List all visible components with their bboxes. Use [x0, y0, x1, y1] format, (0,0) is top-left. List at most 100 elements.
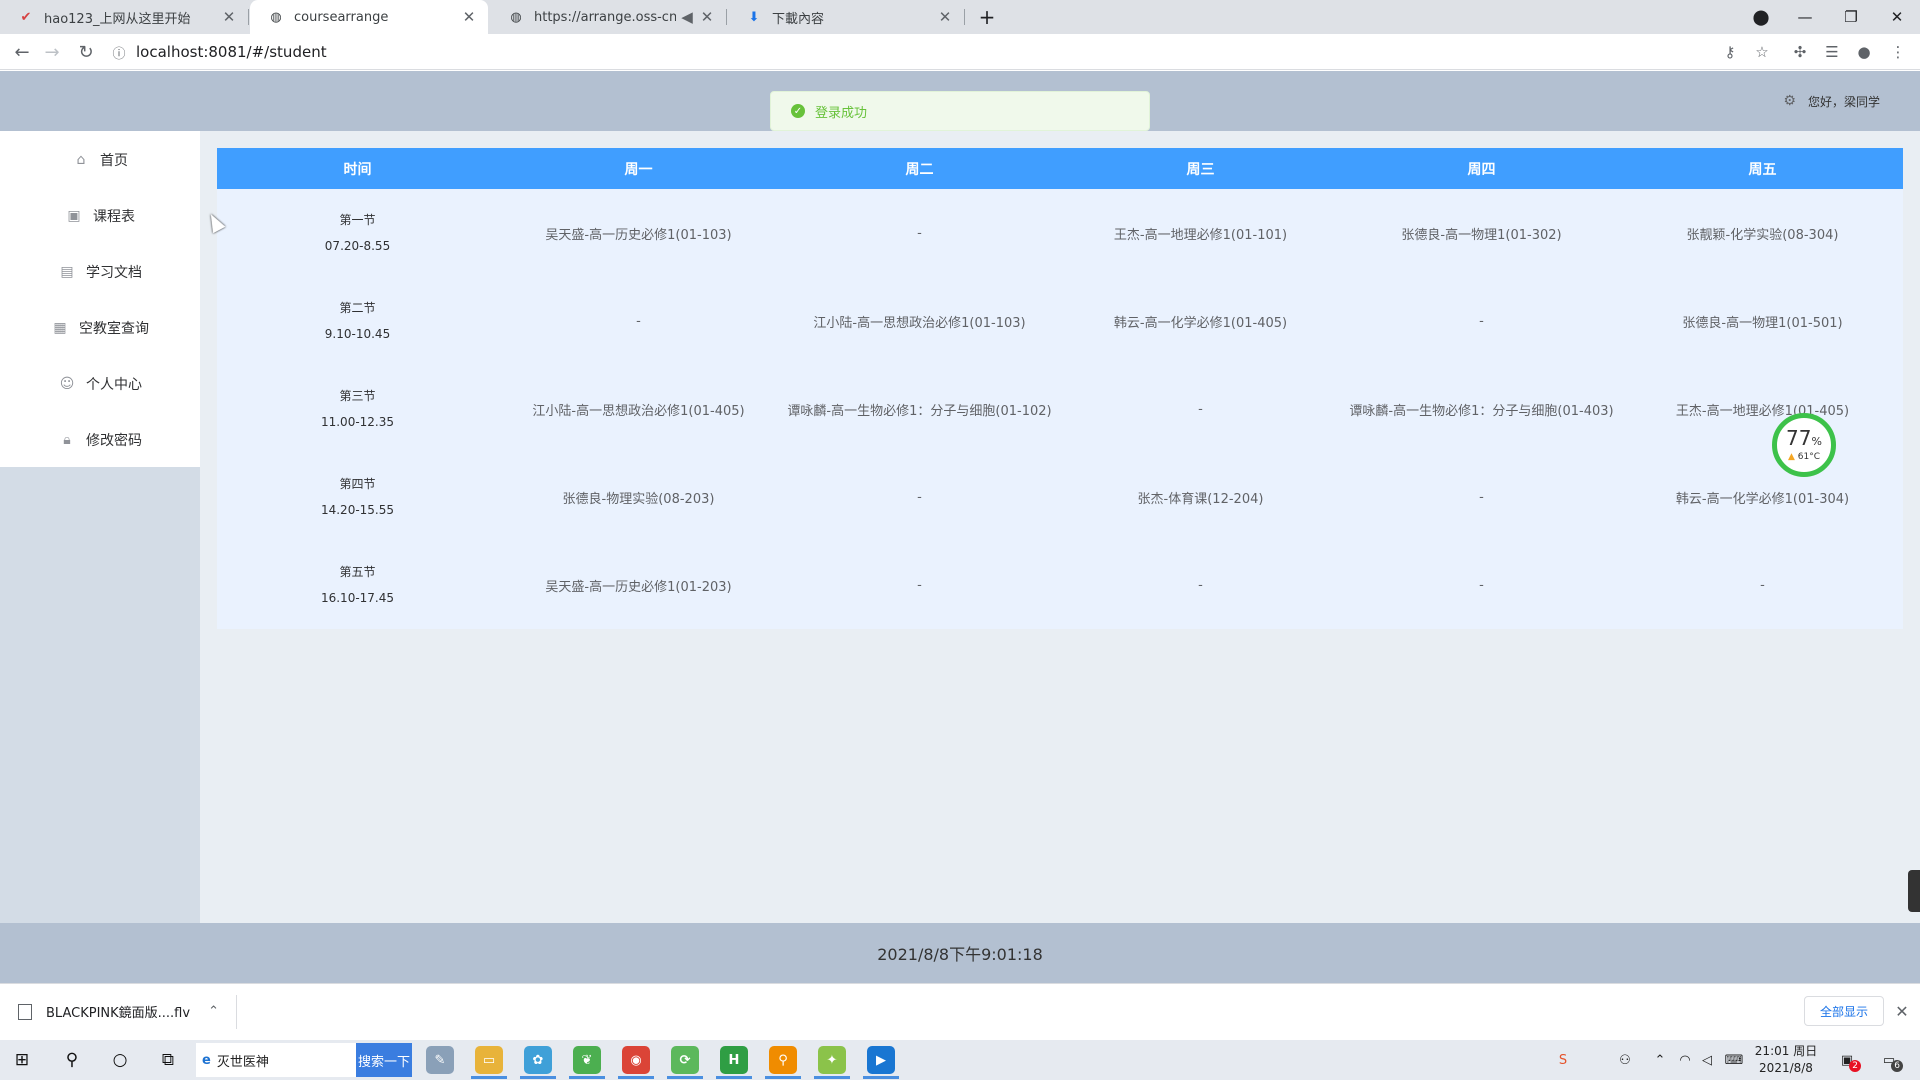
course-cell[interactable]: -	[779, 453, 1060, 541]
minimize-button[interactable]: —	[1782, 0, 1828, 34]
settings-icon[interactable]: ⚙	[1783, 93, 1796, 109]
course-cell[interactable]: -	[1341, 541, 1622, 629]
sidebar-item-profile[interactable]: ☺ 个人中心	[0, 356, 200, 412]
tab-title: 下載內容	[772, 11, 825, 27]
period-cell: 第一节 07.20-8.55	[217, 189, 498, 277]
course-cell[interactable]: -	[1622, 541, 1903, 629]
reading-list-icon[interactable]: ☰	[1818, 38, 1846, 66]
course-cell[interactable]: 王杰-高一地理必修1(01-405)	[1622, 365, 1903, 453]
course-cell[interactable]: 吴天盛-高一历史必修1(01-203)	[498, 541, 779, 629]
window-close-button[interactable]: ✕	[1874, 0, 1920, 34]
taskbar-search-button[interactable]: 搜索一下	[356, 1043, 412, 1077]
search-icon[interactable]: ⚲	[50, 1040, 94, 1080]
tab-title: coursearrange	[294, 9, 389, 25]
course-cell[interactable]: 谭咏麟-高一生物必修1：分子与细胞(01-102)	[779, 365, 1060, 453]
back-button[interactable]: ←	[8, 38, 36, 66]
taskbar-clock[interactable]: 21:01 周日 2021/8/8	[1752, 1040, 1820, 1080]
close-icon[interactable]: ✕	[698, 8, 716, 26]
course-cell[interactable]: 张德良-高一物理1(01-302)	[1341, 189, 1622, 277]
tab-search-icon[interactable]: ⬤	[1738, 0, 1784, 34]
tab-coursearrange[interactable]: ◍ coursearrange ✕	[250, 0, 488, 34]
course-cell[interactable]: -	[779, 189, 1060, 277]
course-cell[interactable]: 韩云-高一化学必修1(01-304)	[1622, 453, 1903, 541]
sidebar-item-empty-classroom[interactable]: ▦ 空教室查询	[0, 300, 200, 356]
app-icon-network[interactable]: ✿	[524, 1046, 552, 1074]
course-cell[interactable]: 吴天盛-高一历史必修1(01-103)	[498, 189, 779, 277]
sidebar-item-documents[interactable]: ▤ 学习文档	[0, 244, 200, 300]
course-cell[interactable]: 江小陆-高一思想政治必修1(01-405)	[498, 365, 779, 453]
course-cell[interactable]: -	[779, 541, 1060, 629]
file-icon	[18, 1003, 32, 1020]
close-icon[interactable]: ✕	[460, 8, 478, 26]
url-text[interactable]: localhost:8081/#/student	[136, 43, 327, 61]
new-tab-button[interactable]: +	[964, 0, 1010, 34]
notification-app-icon[interactable]: ▣ 2	[1836, 1040, 1866, 1080]
action-center-icon[interactable]: ▭ 6	[1876, 1040, 1910, 1080]
hbuilder-icon[interactable]: H	[720, 1046, 748, 1074]
extensions-icon[interactable]: ✣	[1786, 38, 1814, 66]
star-icon[interactable]: ☆	[1748, 38, 1776, 66]
course-cell[interactable]: 韩云-高一化学必修1(01-405)	[1060, 277, 1341, 365]
course-cell[interactable]: 谭咏麟-高一生物必修1：分子与细胞(01-403)	[1341, 365, 1622, 453]
app-icon-leaf[interactable]: ❦	[573, 1046, 601, 1074]
course-cell[interactable]: -	[1060, 365, 1341, 453]
search-app-icon[interactable]: ⚲	[769, 1046, 797, 1074]
sidebar-item-schedule[interactable]: ▣ 课程表	[0, 188, 200, 244]
file-explorer-icon[interactable]: ▭	[475, 1046, 503, 1074]
close-icon[interactable]: ✕	[936, 8, 954, 26]
sidebar-item-home[interactable]: ⌂ 首页	[0, 132, 200, 188]
course-cell[interactable]: 张德良-物理实验(08-203)	[498, 453, 779, 541]
download-item[interactable]: BLACKPINK鏡面版....flv ⌃	[18, 983, 219, 1040]
running-indicator	[863, 1076, 899, 1079]
more-menu-icon[interactable]: ⋮	[1884, 38, 1912, 66]
volume-icon[interactable]: ◁	[1696, 1040, 1718, 1080]
course-cell[interactable]: -	[1341, 277, 1622, 365]
app-icon-green[interactable]: ⟳	[671, 1046, 699, 1074]
address-bar[interactable]: ⓘ localhost:8081/#/student	[108, 38, 1768, 66]
app-icon-notepad[interactable]: ✎	[426, 1046, 454, 1074]
edge-handle[interactable]	[1908, 870, 1920, 912]
course-cell[interactable]: 王杰-高一地理必修1(01-101)	[1060, 189, 1341, 277]
cortana-icon[interactable]: ○	[98, 1040, 142, 1080]
course-cell[interactable]: -	[1060, 541, 1341, 629]
tab-downloads[interactable]: ⬇ 下載內容 ✕	[728, 0, 964, 34]
system-monitor-gauge[interactable]: 77% ▲ 61°C	[1772, 413, 1836, 477]
close-icon[interactable]: ✕	[220, 8, 238, 26]
key-icon[interactable]: ⚷	[1716, 38, 1744, 66]
app-icon-lime[interactable]: ✦	[818, 1046, 846, 1074]
show-all-button[interactable]: 全部显示	[1804, 996, 1884, 1026]
close-icon[interactable]: ✕	[1892, 996, 1912, 1026]
success-toast: ✓ 登录成功	[770, 91, 1150, 131]
course-cell[interactable]: -	[498, 277, 779, 365]
ime-icon[interactable]: S	[1550, 1040, 1576, 1080]
task-view-icon[interactable]: ⧉	[146, 1040, 190, 1080]
info-icon[interactable]: ⓘ	[108, 43, 130, 62]
restore-button[interactable]: ❐	[1828, 0, 1874, 34]
taskbar-search-box[interactable]: e 灭世医神 搜索一下	[196, 1043, 412, 1077]
column-header: 时间	[343, 161, 372, 178]
reload-button[interactable]: ↻	[72, 38, 100, 66]
profile-icon[interactable]: ●	[1850, 38, 1878, 66]
course-cell[interactable]: -	[1341, 453, 1622, 541]
course-cell[interactable]: 张靓颖-化学实验(08-304)	[1622, 189, 1903, 277]
taskbar-search-text[interactable]: 灭世医神	[217, 1051, 269, 1070]
wifi-icon[interactable]: ◠	[1674, 1040, 1696, 1080]
course-cell[interactable]: 张德良-高一物理1(01-501)	[1622, 277, 1903, 365]
speaker-icon[interactable]: ◀	[676, 8, 698, 26]
download-filename[interactable]: BLACKPINK鏡面版....flv	[46, 1002, 190, 1021]
sidebar-item-change-password[interactable]: 🔒︎ 修改密码	[0, 412, 200, 468]
user-greeting[interactable]: ⚙ 您好，梁同学	[1783, 71, 1880, 131]
chevron-up-icon[interactable]: ⌃	[208, 1004, 219, 1019]
tab-hao123[interactable]: ✔ hao123_上网从这里开始 ✕	[0, 0, 248, 34]
windows-start-icon[interactable]: ⊞	[0, 1040, 44, 1080]
chrome-icon[interactable]: ◉	[622, 1046, 650, 1074]
tab-oss[interactable]: ◍ https://arrange.oss-cn-she ◀ ✕	[490, 0, 726, 34]
chevron-up-icon[interactable]: ⌃	[1648, 1040, 1672, 1080]
sidebar-item-label: 空教室查询	[79, 321, 149, 337]
people-icon[interactable]: ⚇	[1612, 1040, 1638, 1080]
course-cell[interactable]: 江小陆-高一思想政治必修1(01-103)	[779, 277, 1060, 365]
course-cell[interactable]: 张杰-体育课(12-204)	[1060, 453, 1341, 541]
forward-button[interactable]: →	[38, 38, 66, 66]
keyboard-icon[interactable]: ⌨	[1720, 1040, 1748, 1080]
video-app-icon[interactable]: ▶	[867, 1046, 895, 1074]
